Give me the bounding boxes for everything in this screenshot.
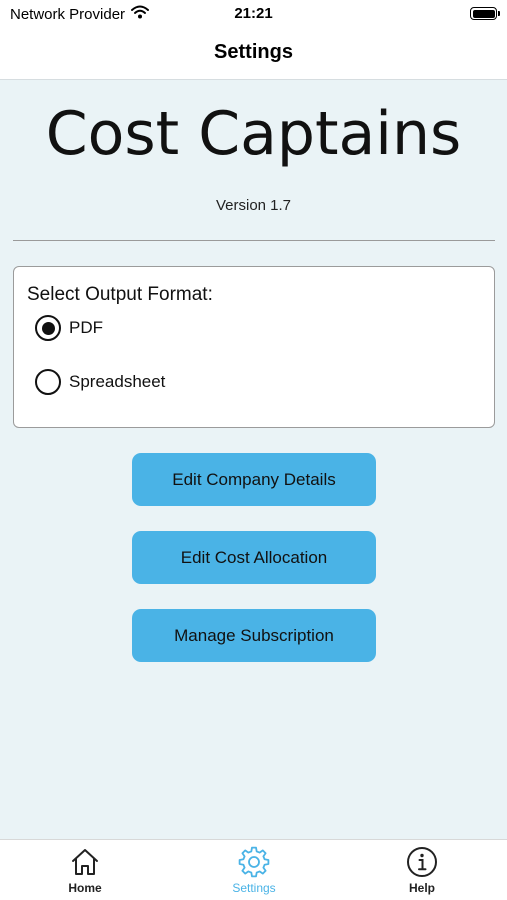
output-format-label: Select Output Format: — [27, 284, 213, 305]
tab-help[interactable]: Help — [367, 846, 477, 895]
radio-label-spreadsheet: Spreadsheet — [69, 372, 166, 391]
tab-label-home: Home — [68, 881, 102, 895]
output-format-card: Select Output Format: PDF Spreadsheet — [13, 266, 495, 428]
tab-label-settings: Settings — [232, 881, 276, 895]
divider — [13, 240, 495, 241]
radio-unselected-icon[interactable] — [35, 369, 61, 395]
app-version: Version 1.7 — [215, 197, 292, 214]
gear-icon — [199, 846, 309, 878]
edit-company-details-button[interactable]: Edit Company Details — [132, 453, 376, 506]
radio-option-pdf[interactable]: PDF — [35, 315, 103, 341]
manage-subscription-button[interactable]: Manage Subscription — [132, 609, 376, 662]
radio-option-spreadsheet[interactable]: Spreadsheet — [35, 369, 165, 395]
tab-home[interactable]: Home — [30, 846, 140, 895]
status-bar: Network Provider 21:21 — [0, 0, 507, 28]
tab-settings[interactable]: Settings — [199, 846, 309, 895]
edit-cost-allocation-button[interactable]: Edit Cost Allocation — [132, 531, 376, 584]
radio-selected-icon[interactable] — [35, 315, 61, 341]
status-time: 21:21 — [234, 5, 273, 22]
settings-screen: Network Provider 21:21 Settings Cost Cap… — [0, 0, 507, 900]
radio-label-pdf: PDF — [69, 318, 103, 337]
info-icon — [367, 846, 477, 878]
tab-label-help: Help — [408, 881, 435, 895]
battery-icon — [470, 7, 500, 20]
tab-bar: Home Settings Help — [0, 839, 507, 900]
home-icon — [30, 846, 140, 878]
nav-title: Settings — [0, 28, 507, 80]
app-title: Cost Captains — [45, 99, 462, 169]
